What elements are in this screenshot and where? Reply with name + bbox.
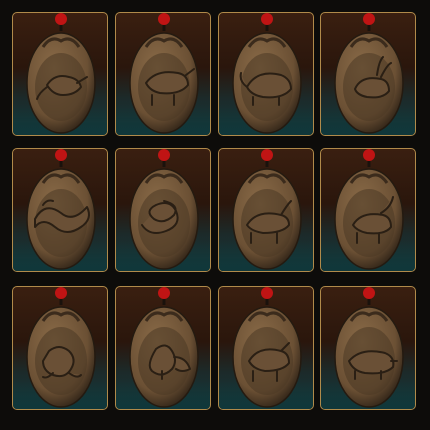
red-bead: [363, 287, 375, 299]
pendant-graphic: [26, 287, 96, 408]
pendant-graphic: [232, 13, 302, 134]
red-bead: [158, 287, 170, 299]
zodiac-pendant-grid: [0, 0, 430, 430]
pendant-graphic: [26, 149, 96, 270]
pendant-tile-snake: [115, 148, 211, 272]
red-bead: [363, 13, 375, 25]
pendant-tile-rooster: [115, 286, 211, 410]
pendant-graphic: [232, 287, 302, 408]
pendant-graphic: [129, 13, 199, 134]
pendant-tile-monkey: [12, 286, 108, 410]
pendant-tile-goat: [320, 148, 416, 272]
red-bead: [55, 149, 67, 161]
pendant-graphic: [334, 149, 404, 270]
red-bead: [55, 287, 67, 299]
red-bead: [158, 13, 170, 25]
pendant-tile-ox: [115, 12, 211, 136]
pendant-graphic: [232, 149, 302, 270]
pendant-graphic: [129, 149, 199, 270]
pendant-tile-horse: [218, 148, 314, 272]
red-bead: [261, 287, 273, 299]
pendant-tile-rat: [12, 12, 108, 136]
red-bead: [363, 149, 375, 161]
pendant-graphic: [129, 287, 199, 408]
red-bead: [158, 149, 170, 161]
pendant-graphic: [334, 287, 404, 408]
pendant-tile-dragon: [12, 148, 108, 272]
pendant-tile-pig: [320, 286, 416, 410]
red-bead: [261, 13, 273, 25]
pendant-tile-dog: [218, 286, 314, 410]
red-bead: [55, 13, 67, 25]
red-bead: [261, 149, 273, 161]
pendant-tile-tiger: [218, 12, 314, 136]
pendant-tile-rabbit: [320, 12, 416, 136]
pendant-graphic: [334, 13, 404, 134]
pendant-graphic: [26, 13, 96, 134]
